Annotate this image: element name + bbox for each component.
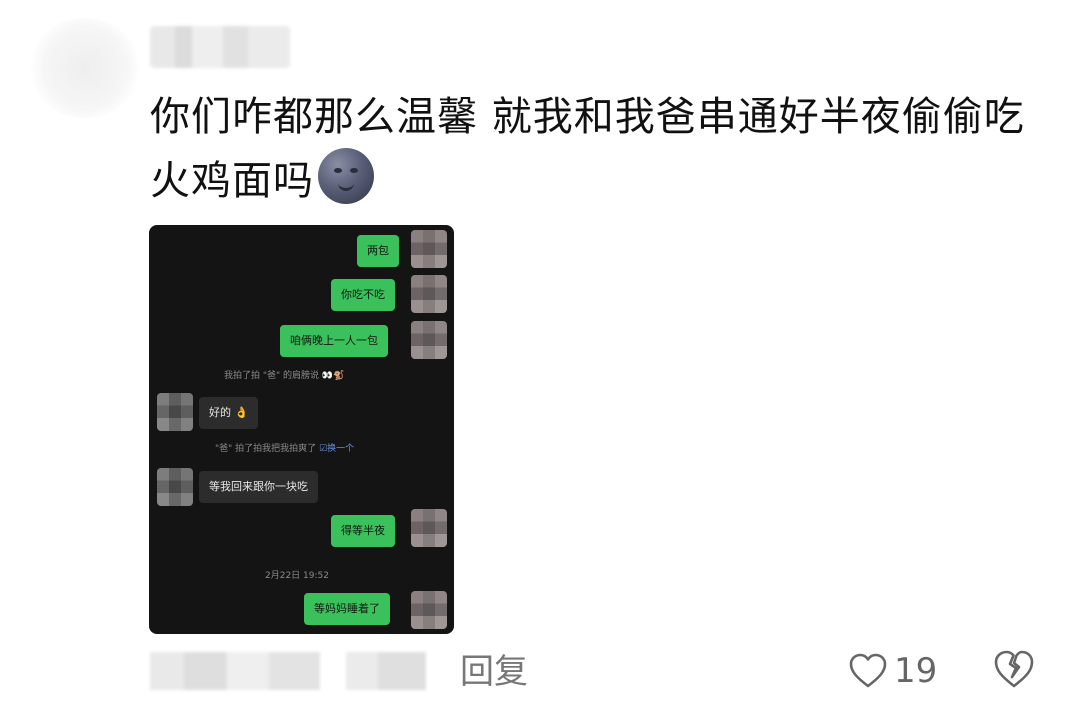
system-notice-pat-back: "爸" 拍了拍我把我拍爽了 ☑换一个 xyxy=(215,441,354,454)
eyes-emoji-icon: 👀🐒 xyxy=(321,371,345,381)
contact-avatar-blurred xyxy=(157,468,193,506)
comment-text: 你们咋都那么温馨 就我和我爸串通好半夜偷偷吃火鸡面吗 xyxy=(150,86,1030,212)
like-count: 19 xyxy=(894,651,938,691)
chat-timestamp: 2月22日 19:52 xyxy=(265,571,329,581)
system-notice-text: 我拍了拍 "爸" 的肩膀说 xyxy=(224,371,320,381)
system-notice-pat: 我拍了拍 "爸" 的肩膀说 👀🐒 xyxy=(224,368,344,381)
ok-hand-emoji-icon: 👌 xyxy=(234,406,249,419)
chat-bubble-outgoing: 你吃不吃 xyxy=(331,279,395,311)
chat-bubble-incoming: 好的 👌 xyxy=(199,397,259,429)
sender-avatar-blurred xyxy=(411,230,447,268)
sender-avatar-blurred xyxy=(411,591,447,629)
change-pat-label: 换一个 xyxy=(327,444,355,454)
comment-meta-blurred xyxy=(150,652,320,690)
broken-heart-icon xyxy=(994,650,1034,688)
chat-bubble-incoming: 等我回来跟你一块吃 xyxy=(199,471,318,503)
chat-bubble-text: 好的 xyxy=(209,406,231,419)
chat-bubble-outgoing: 得等半夜 xyxy=(331,515,395,547)
comment-location-blurred xyxy=(346,652,426,690)
new-moon-face-emoji-icon xyxy=(318,148,374,204)
like-button[interactable]: 19 xyxy=(848,648,937,694)
avatar[interactable] xyxy=(30,18,140,118)
chat-bubble-outgoing: 咱俩晚上一人一包 xyxy=(280,325,388,357)
chat-screenshot[interactable]: 两包 你吃不吃 咱俩晚上一人一包 我拍了拍 "爸" 的肩膀说 👀🐒 好的 👌 "… xyxy=(149,225,454,634)
sender-avatar-blurred xyxy=(411,321,447,359)
reply-button[interactable]: 回复 xyxy=(460,650,528,694)
sender-avatar-blurred xyxy=(411,509,447,547)
change-pat-link[interactable]: ☑换一个 xyxy=(319,444,354,454)
username-blurred[interactable] xyxy=(150,26,290,68)
heart-icon xyxy=(849,653,887,688)
comment-body: 你们咋都那么温馨 就我和我爸串通好半夜偷偷吃火鸡面吗 xyxy=(150,94,1025,204)
chat-bubble-outgoing: 等妈妈睡着了 xyxy=(304,593,390,625)
dislike-button[interactable] xyxy=(992,648,1036,694)
chat-bubble-outgoing: 两包 xyxy=(357,235,399,267)
contact-avatar-blurred xyxy=(157,393,193,431)
sender-avatar-blurred xyxy=(411,275,447,313)
system-notice-text: "爸" 拍了拍我把我拍爽了 xyxy=(215,444,317,454)
